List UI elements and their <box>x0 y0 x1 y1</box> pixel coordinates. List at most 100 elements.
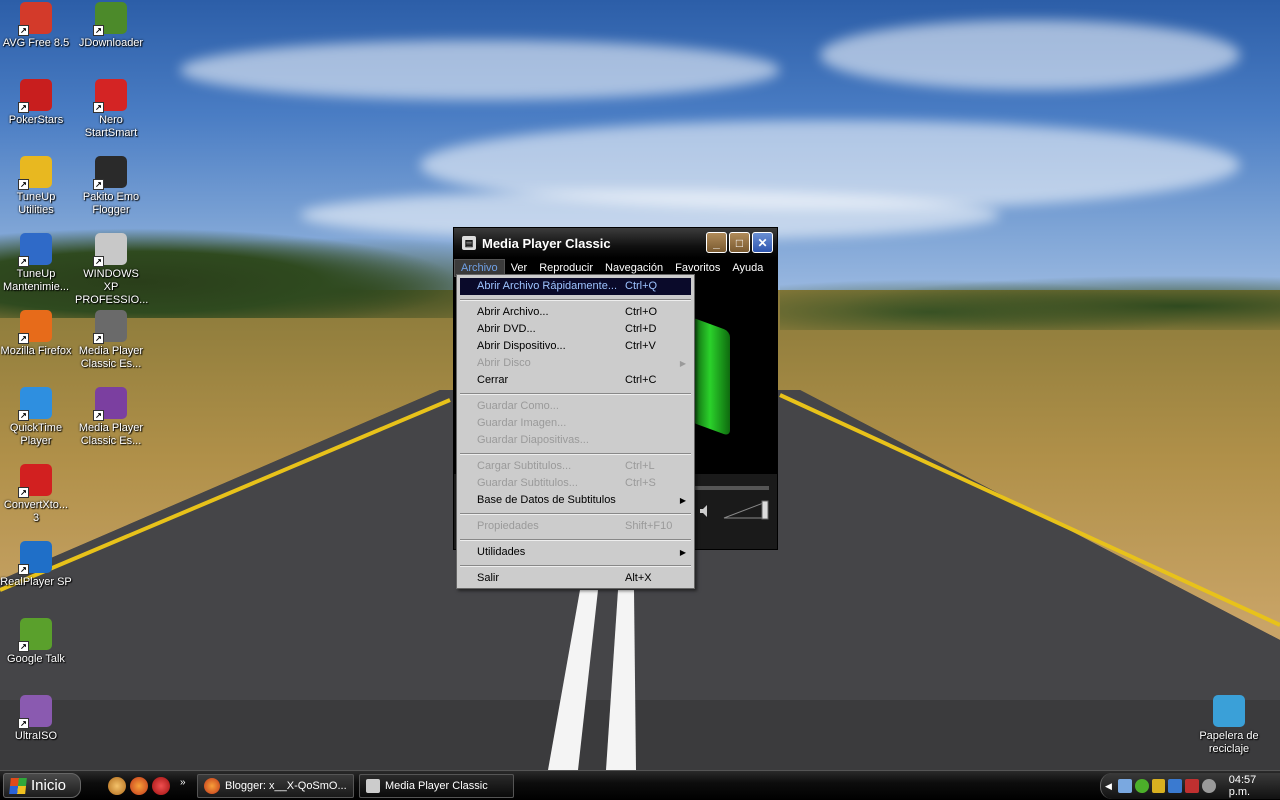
desktop-icon[interactable]: ↗ UltraISO <box>0 695 72 743</box>
shortcut-arrow-icon: ↗ <box>93 256 104 267</box>
menu-separator <box>457 509 694 518</box>
window-title: Media Player Classic <box>482 235 611 251</box>
desktop-icon[interactable]: ↗ QuickTime Player <box>0 387 72 448</box>
realplayer-icon: ↗ <box>18 541 52 575</box>
tray-expand-icon[interactable]: ◀ <box>1105 781 1112 792</box>
desktop-icon[interactable]: ↗ Media Player Classic Es... <box>75 310 147 371</box>
tuneup-icon: ↗ <box>18 156 52 190</box>
quicklaunch-expand-icon[interactable]: » <box>180 777 186 788</box>
window-titlebar[interactable]: ▤ Media Player Classic _ □ ✕ <box>454 228 777 258</box>
shortcut-arrow-icon: ↗ <box>18 641 29 652</box>
firefox-icon[interactable] <box>130 777 148 795</box>
shortcut-arrow-icon: ↗ <box>18 256 29 267</box>
clock: 04:57 p.m. <box>1228 774 1257 798</box>
desktop-icon[interactable]: ↗ AVG Free 8.5 <box>0 2 72 50</box>
desktop-icon[interactable]: ↗ Nero StartSmart <box>75 79 147 140</box>
firefox-icon: ↗ <box>18 310 52 344</box>
desktop-icon[interactable]: Papelera de reciclaje <box>1193 695 1265 756</box>
close-button[interactable]: ✕ <box>752 232 773 253</box>
menu-item-shortcut: Ctrl+S <box>625 477 656 489</box>
desktop-icon[interactable]: ↗ WINDOWS XP PROFESSIO... <box>75 233 148 307</box>
menu-item: Abrir Disco ▶ <box>457 355 694 372</box>
volume-slider[interactable] <box>722 500 772 520</box>
desktop-icon-label: PokerStars <box>8 114 64 126</box>
desktop-icon[interactable]: ↗ Media Player Classic Es... <box>75 387 147 448</box>
minimize-button[interactable]: _ <box>706 232 727 253</box>
desktop-icon[interactable]: ↗ Mozilla Firefox <box>0 310 72 358</box>
menu-item[interactable]: Base de Datos de Subtitulos ▶ <box>457 492 694 509</box>
menu-item-label: Base de Datos de Subtitulos <box>477 494 616 506</box>
submenu-arrow-icon: ▶ <box>679 496 686 505</box>
menu-item-shortcut: Ctrl+O <box>625 306 658 318</box>
desktop-icon[interactable]: ↗ JDownloader <box>75 2 147 50</box>
menu-item-label: Salir <box>477 572 500 584</box>
menu-ayuda[interactable]: Ayuda <box>726 260 769 276</box>
network-icon[interactable] <box>1117 779 1132 793</box>
menu-item: Propiedades Shift+F10 <box>457 518 694 535</box>
desktop-icon[interactable]: ↗ PokerStars <box>0 79 72 127</box>
shortcut-arrow-icon: ↗ <box>18 487 29 498</box>
menu-item: Guardar Imagen... <box>457 415 694 432</box>
desktop-icon-label: QuickTime Player <box>9 422 63 447</box>
ultraiso-icon: ↗ <box>18 695 52 729</box>
desktop-icon[interactable]: ↗ TuneUp Utilities <box>0 156 72 217</box>
desktop-icon[interactable]: ↗ Google Talk <box>0 618 72 666</box>
jdownloader-icon[interactable] <box>1134 779 1149 793</box>
task-blogger[interactable]: Blogger: x__X-QoSmO... <box>197 774 354 798</box>
menu-item[interactable]: Utilidades ▶ <box>457 544 694 561</box>
maximize-button[interactable]: □ <box>729 232 750 253</box>
shortcut-arrow-icon: ↗ <box>18 718 29 729</box>
desktop-icon-label: ConvertXto... 3 <box>3 499 69 524</box>
desktop-icon-label: Nero StartSmart <box>84 114 138 139</box>
divx-icon: ↗ <box>93 156 127 190</box>
menu-item-label: Abrir Archivo Rápidamente... <box>477 280 618 292</box>
menu-item-label: Guardar Como... <box>477 400 559 412</box>
tray-app-icon[interactable] <box>1201 779 1216 793</box>
network-disconnected-icon[interactable] <box>1185 779 1199 793</box>
quicklaunch-icon[interactable] <box>108 777 126 795</box>
volume-icon[interactable] <box>1168 779 1183 793</box>
shortcut-arrow-icon: ↗ <box>18 333 29 344</box>
menu-item[interactable]: Abrir Archivo Rápidamente... Ctrl+Q <box>460 278 691 295</box>
shortcut-arrow-icon: ↗ <box>93 25 104 36</box>
google-talk-icon: ↗ <box>18 618 52 652</box>
seek-bar[interactable] <box>694 486 769 490</box>
menu-item[interactable]: Salir Alt+X <box>457 570 694 587</box>
security-shield-icon[interactable] <box>1151 779 1166 793</box>
speaker-icon[interactable] <box>698 504 712 518</box>
menu-item: Guardar Diapositivas... <box>457 432 694 449</box>
menu-item-label: Guardar Diapositivas... <box>477 434 589 446</box>
menu-item[interactable]: Abrir Dispositivo... Ctrl+V <box>457 338 694 355</box>
menu-item[interactable]: Abrir DVD... Ctrl+D <box>457 321 694 338</box>
desktop-icon-label: JDownloader <box>78 37 144 49</box>
menu-item[interactable]: Cerrar Ctrl+C <box>457 372 694 389</box>
menu-separator <box>457 535 694 544</box>
shortcut-arrow-icon: ↗ <box>18 102 29 113</box>
disc-icon: ↗ <box>93 233 127 267</box>
desktop-icon-label: RealPlayer SP <box>0 576 72 588</box>
menu-item[interactable]: Abrir Archivo... Ctrl+O <box>457 304 694 321</box>
desktop-icon-label: Google Talk <box>7 653 65 665</box>
start-button[interactable]: Inicio <box>3 773 81 798</box>
menu-item-shortcut: Ctrl+Q <box>625 280 658 292</box>
menu-separator <box>457 389 694 398</box>
shortcut-arrow-icon: ↗ <box>18 410 29 421</box>
menu-item-label: Cerrar <box>477 374 509 386</box>
shortcut-arrow-icon: ↗ <box>93 102 104 113</box>
pokerstars-icon[interactable] <box>152 777 170 795</box>
shortcut-arrow-icon: ↗ <box>93 179 104 190</box>
desktop-icon[interactable]: ↗ ConvertXto... 3 <box>0 464 72 525</box>
menu-item-label: Guardar Imagen... <box>477 417 567 429</box>
desktop-icon[interactable]: ↗ RealPlayer SP <box>0 541 72 589</box>
menu-item-label: Guardar Subtitulos... <box>477 477 578 489</box>
desktop-icon[interactable]: ↗ TuneUp Mantenimie... <box>0 233 72 294</box>
desktop-icon[interactable]: ↗ Pakito Emo Flogger <box>75 156 147 217</box>
menu-item-label: Abrir DVD... <box>477 323 536 335</box>
desktop-icon-label: TuneUp Mantenimie... <box>2 268 70 293</box>
desktop-icon-label: Pakito Emo Flogger <box>82 191 140 216</box>
menu-separator <box>457 561 694 570</box>
menu-item-label: Abrir Archivo... <box>477 306 549 318</box>
pokerstars-icon: ↗ <box>18 79 52 113</box>
task-media-player[interactable]: Media Player Classic <box>359 774 514 798</box>
mpc-logo <box>690 316 730 437</box>
